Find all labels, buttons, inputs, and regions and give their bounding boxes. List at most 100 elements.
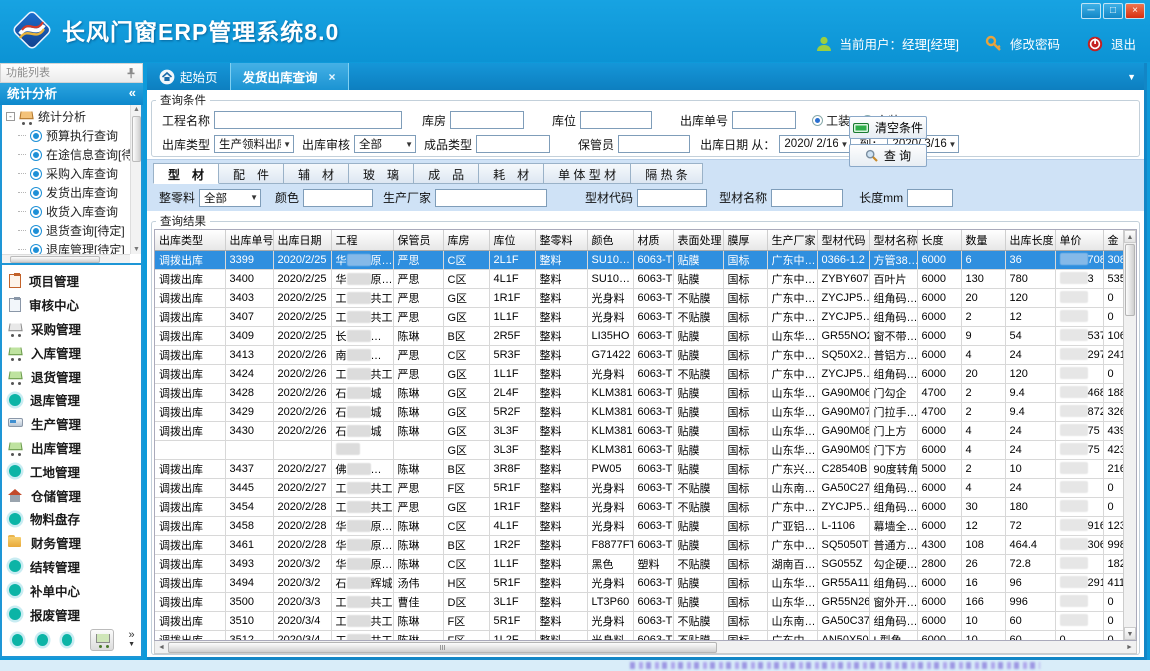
column-header[interactable]: 颜色: [587, 230, 633, 250]
sidebar-item-财务管理[interactable]: 财务管理: [8, 531, 139, 555]
column-header[interactable]: 整零料: [535, 230, 587, 250]
logout-link[interactable]: 退出: [1111, 34, 1136, 53]
module-dot-icon[interactable]: [37, 634, 48, 646]
maximize-button[interactable]: □: [1103, 3, 1123, 19]
tab-close-icon[interactable]: ×: [329, 70, 336, 84]
table-row[interactable]: 调拨出库34242020/2/26工共工程严思G区1L1F整料光身料6063-T…: [155, 364, 1123, 383]
column-header[interactable]: 材质: [633, 230, 673, 250]
sidebar-item-采购管理[interactable]: 采购管理: [8, 317, 139, 341]
table-row[interactable]: 调拨出库34092020/2/25长…陈琳B区2R5F整料LI35HO6063-…: [155, 326, 1123, 345]
material-tab-3[interactable]: 辅 材: [284, 163, 349, 184]
tree-vertical-scrollbar[interactable]: ▲ ▼: [130, 105, 141, 254]
column-header[interactable]: 保管员: [393, 230, 443, 250]
tab-shipment-outbound-query[interactable]: 发货出库查询 ×: [230, 63, 349, 90]
column-header[interactable]: 生产厂家: [767, 230, 817, 250]
length-input[interactable]: [907, 189, 953, 207]
product-type-input[interactable]: [476, 135, 550, 153]
tabbar-dropdown-icon[interactable]: ▼: [1127, 72, 1136, 82]
table-row[interactable]: 调拨出库34282020/2/26石城陈琳G区2L4F整料KLM38176063…: [155, 383, 1123, 402]
warehouse-input[interactable]: [450, 111, 524, 129]
module-dot-icon[interactable]: [12, 634, 23, 646]
module-cart-button[interactable]: [90, 629, 114, 651]
sidebar-item-报废管理[interactable]: 报废管理: [8, 602, 139, 626]
sidebar-item-仓储管理[interactable]: 仓储管理: [8, 483, 139, 507]
column-header[interactable]: 单价: [1055, 230, 1103, 250]
tree-item[interactable]: 在途信息查询[待: [4, 145, 141, 164]
table-row[interactable]: G区3L3F整料KLM38176063-T5贴膜国标山东华…GA90M09.门下…: [155, 440, 1123, 459]
tree-item[interactable]: 预算执行查询: [4, 126, 141, 145]
column-header[interactable]: 库房: [443, 230, 489, 250]
tree-item[interactable]: 退货查询[待定]: [4, 221, 141, 240]
minimize-button[interactable]: ─: [1081, 3, 1101, 19]
material-tab-8[interactable]: 隔 热 条: [631, 163, 703, 184]
table-row[interactable]: 调拨出库34612020/2/28华原…陈琳B区1R2F整料F8877FT606…: [155, 535, 1123, 554]
table-row[interactable]: 调拨出库34542020/2/28工共工程严思G区1R1F整料光身料6063-T…: [155, 497, 1123, 516]
material-tab-5[interactable]: 成 品: [414, 163, 479, 184]
horizontal-scrollbar[interactable]: ◄ ►: [154, 641, 1137, 654]
sidebar-item-审核中心[interactable]: 审核中心: [8, 293, 139, 317]
table-row[interactable]: 调拨出库34302020/2/26石城陈琳G区3L3F整料KLM38176063…: [155, 421, 1123, 440]
column-header[interactable]: 数量: [961, 230, 1005, 250]
outbound-order-no-input[interactable]: [732, 111, 796, 129]
sidebar-item-结转管理[interactable]: 结转管理: [8, 555, 139, 579]
profile-name-input[interactable]: [771, 189, 843, 207]
table-row[interactable]: 调拨出库34582020/2/28华原…陈琳C区4L1F整料光身料6063-T5…: [155, 516, 1123, 535]
scroll-up-icon[interactable]: ▲: [1124, 230, 1136, 243]
table-row[interactable]: 调拨出库34132020/2/26南…严思C区5R3F整料G714226063-…: [155, 345, 1123, 364]
table-row[interactable]: 调拨出库34072020/2/25工共工程严思G区1L1F整料光身料6063-T…: [155, 307, 1123, 326]
location-input[interactable]: [580, 111, 652, 129]
scroll-down-icon[interactable]: ▼: [1124, 627, 1136, 640]
outbound-type-select[interactable]: 生产领料出库 ▼: [214, 135, 294, 153]
column-header[interactable]: 型材代码: [817, 230, 869, 250]
column-header[interactable]: 出库日期: [273, 230, 331, 250]
sidebar-item-物料盘存[interactable]: 物料盘存: [8, 507, 139, 531]
table-row[interactable]: 调拨出库34292020/2/26石城陈琳G区5R2F整料KLM38176063…: [155, 402, 1123, 421]
date-from-picker[interactable]: 2020/ 2/16 ▼: [779, 135, 851, 153]
column-header[interactable]: 出库长度: [1005, 230, 1055, 250]
menu-overflow-button[interactable]: » ▼: [128, 631, 135, 649]
table-row[interactable]: 调拨出库34452020/2/27工共工程严思F区5R1F整料光身料6063-T…: [155, 478, 1123, 497]
scroll-up-icon[interactable]: ▲: [131, 106, 142, 113]
table-row[interactable]: 调拨出库34932020/3/2华原…陈琳C区1L1F整料黑色塑料不贴膜国标湖南…: [155, 554, 1123, 573]
scroll-right-icon[interactable]: ►: [1123, 644, 1136, 651]
sidebar-item-项目管理[interactable]: 项目管理: [8, 269, 139, 293]
column-header[interactable]: 出库单号: [225, 230, 273, 250]
tree-scroll-thumb[interactable]: [132, 116, 141, 162]
column-header[interactable]: 工程: [331, 230, 393, 250]
column-header[interactable]: 库位: [489, 230, 535, 250]
table-row[interactable]: 调拨出库35122020/3/4工共工程陈琳F区1L2F整料光身料6063-T5…: [155, 630, 1123, 640]
hscroll-thumb[interactable]: [168, 642, 717, 653]
sidebar-item-生产管理[interactable]: 生产管理: [8, 412, 139, 436]
tree-expand-icon[interactable]: -: [6, 112, 15, 121]
tree-horizontal-scrollbar[interactable]: [2, 254, 130, 263]
material-tab-2[interactable]: 配 件: [219, 163, 284, 184]
sidebar-item-出库管理[interactable]: 出库管理: [8, 436, 139, 460]
column-header[interactable]: 出库类型: [155, 230, 225, 250]
column-header[interactable]: 长度: [917, 230, 961, 250]
sidebar-item-工地管理[interactable]: 工地管理: [8, 459, 139, 483]
tree-root-item[interactable]: - 统计分析: [4, 107, 141, 126]
project-name-input[interactable]: [214, 111, 402, 129]
table-row[interactable]: 调拨出库34942020/3/2石辉城汤伟H区5R1F整料光身料6063-T5贴…: [155, 573, 1123, 592]
material-tab-7[interactable]: 单 体 型 材: [544, 163, 631, 184]
tree-hscroll-thumb[interactable]: [10, 256, 100, 263]
clear-conditions-button[interactable]: 清空条件: [849, 116, 927, 139]
sidebar-item-退货管理[interactable]: 退货管理: [8, 364, 139, 388]
table-row[interactable]: 调拨出库34372020/2/27佛…陈琳B区3R8F整料PW056063-T5…: [155, 459, 1123, 478]
outbound-audit-select[interactable]: 全部 ▼: [354, 135, 416, 153]
tree-item[interactable]: 收货入库查询: [4, 202, 141, 221]
material-tab-6[interactable]: 耗 材: [479, 163, 544, 184]
collapse-icon[interactable]: «: [129, 83, 136, 105]
table-row[interactable]: 调拨出库35102020/3/4工共工程陈琳F区5R1F整料光身料6063-T5…: [155, 611, 1123, 630]
material-tab-1[interactable]: 型 材: [153, 163, 219, 184]
keeper-input[interactable]: [618, 135, 690, 153]
scroll-down-icon[interactable]: ▼: [131, 246, 142, 253]
tree-item[interactable]: 发货出库查询: [4, 183, 141, 202]
search-button[interactable]: 查 询: [849, 144, 927, 167]
column-header[interactable]: 型材名称: [869, 230, 917, 250]
column-header[interactable]: 金: [1103, 230, 1123, 250]
column-header[interactable]: 表面处理: [673, 230, 723, 250]
color-input[interactable]: [303, 189, 373, 207]
sidebar-item-补单中心[interactable]: 补单中心: [8, 578, 139, 602]
tree-item[interactable]: 采购入库查询: [4, 164, 141, 183]
